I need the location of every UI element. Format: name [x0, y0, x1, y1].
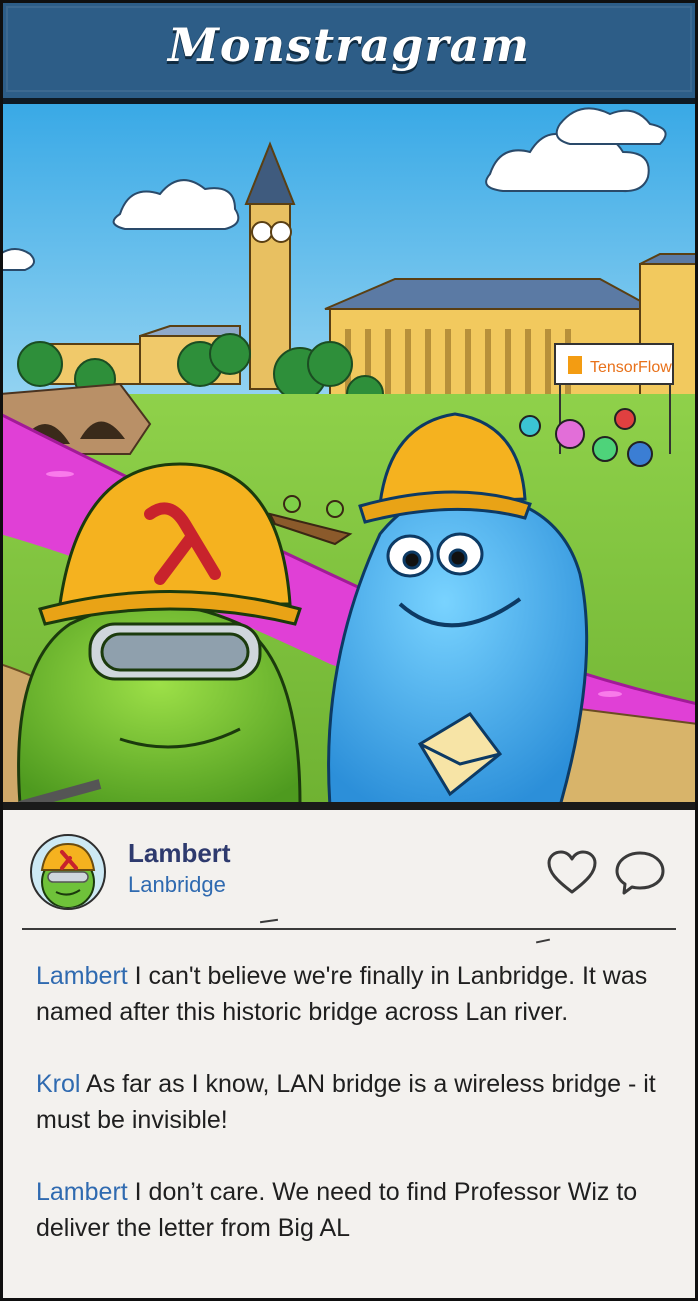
comment-author[interactable]: Lambert [36, 962, 128, 990]
heart-icon [547, 850, 597, 894]
post-card: Lambert Lanbridge Lambert I can't believ… [0, 806, 698, 1301]
tensorflow-sign: TensorFlow [590, 359, 672, 376]
speech-bubble-icon [615, 851, 665, 895]
app-title: Monstragram [167, 18, 531, 72]
post-image[interactable]: TensorFlow [0, 104, 698, 806]
user-avatar[interactable] [30, 834, 106, 910]
monstragram-app: Monstragram TensorFlow Lambert Lanbridge… [0, 0, 698, 1301]
comment-author[interactable]: Lambert [36, 1178, 128, 1206]
comment-item: Lambert I don’t care. We need to find Pr… [36, 1174, 676, 1246]
app-header: Monstragram [0, 0, 698, 104]
comment-author[interactable]: Krol [36, 1070, 80, 1098]
comment-button[interactable] [614, 850, 666, 896]
like-button[interactable] [546, 850, 598, 896]
comment-text: As far as I know, LAN bridge is a wirele… [36, 1070, 656, 1134]
user-location[interactable]: Lanbridge [128, 872, 226, 898]
divider-scratch [535, 938, 551, 944]
post-divider [22, 928, 676, 930]
scene-illustration: TensorFlow [0, 104, 698, 802]
user-name[interactable]: Lambert [128, 838, 231, 869]
comment-item: Lambert I can't believe we're finally in… [36, 958, 676, 1030]
comment-item: Krol As far as I know, LAN bridge is a w… [36, 1066, 676, 1138]
comment-text: I can't believe we're finally in Lanbrid… [36, 962, 648, 1026]
avatar-icon [40, 842, 96, 908]
divider-scratch [259, 918, 279, 924]
comment-list: Lambert I can't believe we're finally in… [36, 958, 676, 1282]
